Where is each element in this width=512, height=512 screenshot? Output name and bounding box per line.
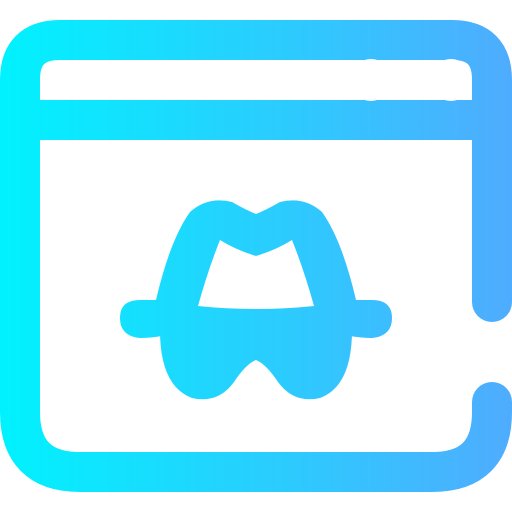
window-control-dots-icon	[350, 59, 472, 101]
icon-canvas	[0, 0, 512, 512]
incognito-spy-icon	[120, 200, 392, 400]
window-dot-1	[350, 59, 392, 101]
window-dot-2	[430, 59, 472, 101]
incognito-browser-icon	[0, 20, 512, 492]
spy-hat-icon	[120, 200, 392, 338]
spy-face-icon	[160, 330, 352, 400]
